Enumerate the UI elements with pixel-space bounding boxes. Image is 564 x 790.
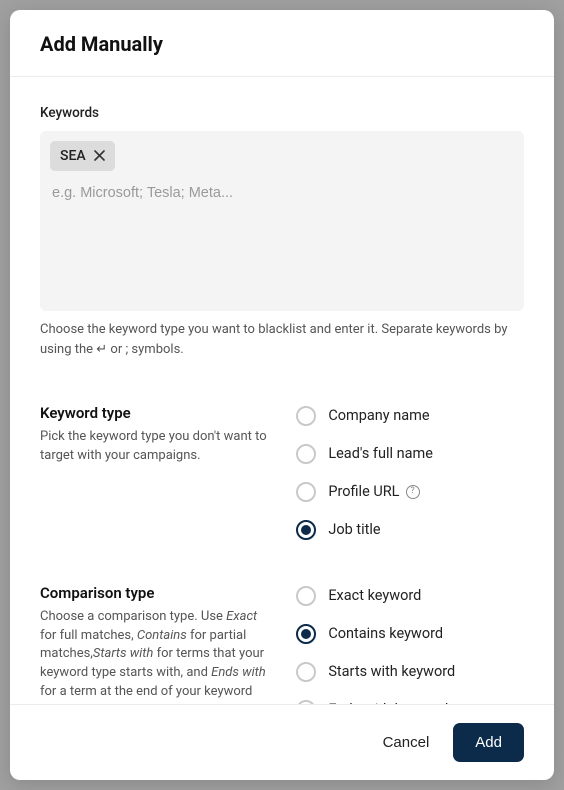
radio-label: Exact keyword — [328, 587, 421, 604]
radio-icon — [296, 406, 316, 426]
comparison-type-title: Comparison type — [40, 584, 272, 602]
radio-label: Contains keyword — [328, 625, 443, 642]
radio-lead-full-name[interactable]: Lead's full name — [296, 444, 524, 464]
radio-label: Profile URL ? — [328, 483, 419, 500]
radio-profile-url[interactable]: Profile URL ? — [296, 482, 524, 502]
keyword-type-desc: Pick the keyword type you don't want to … — [40, 428, 272, 466]
radio-starts-with-keyword[interactable]: Starts with keyword — [296, 662, 524, 682]
add-manually-modal: Add Manually Keywords SEA Choose the key… — [10, 10, 554, 780]
radio-contains-keyword[interactable]: Contains keyword — [296, 624, 524, 644]
keyword-type-section: Keyword type Pick the keyword type you d… — [40, 404, 524, 540]
radio-icon — [296, 624, 316, 644]
radio-company-name[interactable]: Company name — [296, 406, 524, 426]
modal-title: Add Manually — [40, 32, 524, 56]
keywords-area[interactable]: SEA — [40, 131, 524, 311]
radio-icon — [296, 700, 316, 704]
enter-symbol: ↵ — [96, 341, 107, 356]
radio-label: Job title — [328, 521, 380, 538]
comparison-type-desc: Choose a comparison type. Use Exact for … — [40, 608, 272, 704]
radio-job-title[interactable]: Job title — [296, 520, 524, 540]
radio-label: Starts with keyword — [328, 663, 455, 680]
keywords-input[interactable] — [50, 171, 514, 205]
modal-body[interactable]: Keywords SEA Choose the keyword type you… — [10, 77, 554, 704]
radio-exact-keyword[interactable]: Exact keyword — [296, 586, 524, 606]
add-button[interactable]: Add — [453, 723, 524, 762]
radio-icon — [296, 586, 316, 606]
radio-icon — [296, 662, 316, 682]
chip-remove-icon[interactable] — [94, 149, 105, 164]
keyword-type-title: Keyword type — [40, 404, 272, 422]
radio-icon — [296, 520, 316, 540]
keywords-label: Keywords — [40, 105, 524, 121]
radio-icon — [296, 482, 316, 502]
modal-footer: Cancel Add — [10, 704, 554, 780]
cancel-button[interactable]: Cancel — [383, 734, 430, 751]
radio-label: Lead's full name — [328, 445, 433, 462]
comparison-type-section: Comparison type Choose a comparison type… — [40, 584, 524, 704]
keyword-chip: SEA — [50, 141, 115, 171]
keyword-chip-text: SEA — [60, 148, 86, 164]
radio-icon — [296, 444, 316, 464]
info-icon[interactable]: ? — [406, 485, 420, 499]
keywords-help: Choose the keyword type you want to blac… — [40, 321, 524, 360]
radio-label: Company name — [328, 407, 429, 424]
modal-header: Add Manually — [10, 10, 554, 77]
